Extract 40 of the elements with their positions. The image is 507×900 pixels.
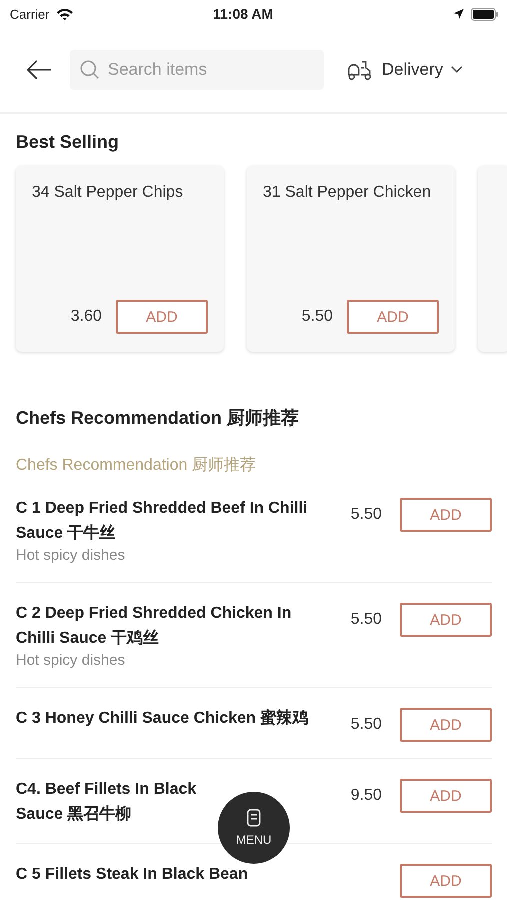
product-name: 31 Salt Pepper Chicken [263, 184, 432, 202]
document-icon [247, 809, 261, 827]
item-name: C 5 Fillets Steak In Black Bean [16, 865, 248, 885]
add-button[interactable]: ADD [400, 498, 492, 532]
item-description: Hot spicy dishes [16, 651, 126, 671]
menu-button[interactable]: MENU [218, 792, 290, 864]
item-price: 5.50 [350, 506, 382, 524]
search-icon [80, 60, 100, 80]
add-button[interactable]: ADD [347, 300, 439, 334]
add-button[interactable]: ADD [400, 603, 492, 637]
add-button[interactable]: ADD [400, 864, 492, 898]
search-field[interactable]: Search items [70, 50, 324, 90]
add-button[interactable]: ADD [400, 708, 492, 742]
item-price: 5.50 [350, 611, 382, 629]
product-card[interactable]: 34 Salt Pepper Chips 3.60 ADD [16, 166, 224, 352]
clock-time: 11:08 AM [212, 6, 274, 22]
add-button[interactable]: ADD [116, 300, 208, 334]
item-description: Hot spicy dishes [16, 546, 126, 566]
item-name: C4. Beef Fillets In Black [16, 780, 197, 800]
item-price: 9.50 [350, 787, 382, 805]
battery-icon [471, 8, 499, 20]
add-button[interactable]: ADD [400, 779, 492, 813]
section-title: Best Selling [16, 132, 120, 153]
product-name: 34 Salt Pepper Chips [32, 184, 184, 202]
item-price: 5.50 [350, 716, 382, 734]
wifi-icon [56, 8, 74, 20]
category-subtitle: Chefs Recommendation 厨师推荐 [16, 456, 258, 476]
item-name: C 3 Honey Chilli Sauce Chicken 蜜辣鸡 [16, 708, 309, 729]
product-card[interactable]: 31 Salt Pepper Chicken 5.50 ADD [247, 166, 455, 352]
carrier-label: Carrier [10, 6, 50, 22]
product-price: 5.50 [302, 308, 333, 326]
scooter-icon [346, 59, 374, 81]
chevron-down-icon [451, 66, 464, 74]
item-name: Sauce 黑召牛柳 [16, 804, 132, 825]
location-arrow-icon [453, 8, 465, 20]
delivery-dropdown[interactable]: Delivery [346, 59, 464, 81]
item-name: C 1 Deep Fried Shredded Beef In Chilli Sauce 干牛丝 [16, 499, 309, 544]
category-title: Chefs Recommendation 厨师推荐 [16, 407, 300, 430]
product-price: 3.60 [70, 308, 102, 326]
item-name: C 2 Deep Fried Shredded Chicken In Chilli Sauce 干鸡丝 [16, 604, 293, 649]
